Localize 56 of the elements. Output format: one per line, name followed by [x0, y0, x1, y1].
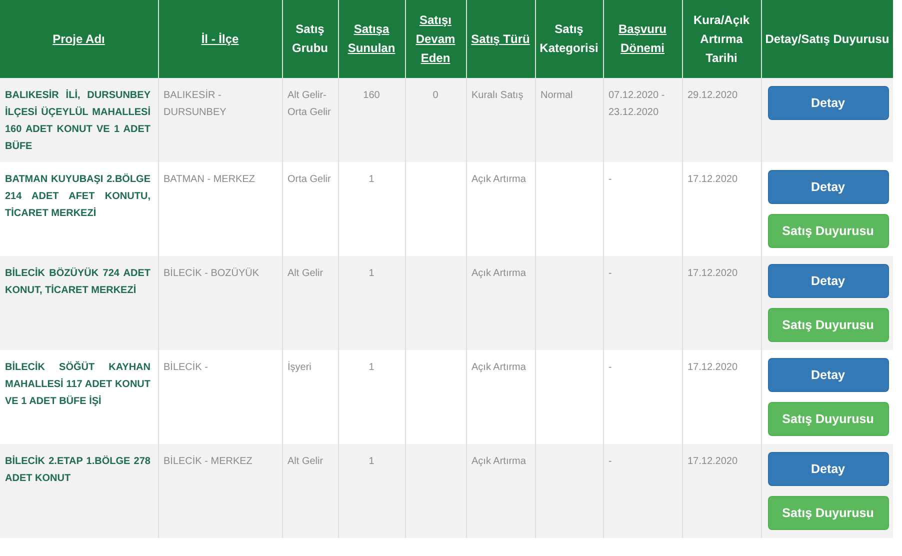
table-cell-text: - [608, 267, 613, 281]
table-cell-text: Normal [540, 89, 574, 103]
table-cell-text: 17.12.2020 [688, 173, 739, 187]
table-cell-text: 29.12.2020 [688, 89, 739, 103]
table-cell-text: Alt Gelir [288, 267, 324, 281]
column-sort-link[interactable]: Başvuru Dönemi [606, 20, 678, 58]
table-cell-text: Açık Artırma [472, 267, 527, 281]
detail-button[interactable]: Detay [768, 170, 888, 204]
table-cell-text: BİLECİK - [164, 360, 209, 375]
announcement-button[interactable]: Satış Duyurusu [768, 496, 888, 530]
table-cell-text: 1 [368, 361, 376, 375]
column-header: Satış Kategorisi [535, 0, 603, 78]
announcement-button[interactable]: Satış Duyurusu [768, 308, 888, 342]
detail-button[interactable]: Detay [768, 86, 888, 120]
table-cell-text: Açık Artırma [472, 173, 527, 187]
table-cell-text: 07.12.2020 - 23.12.2020 [608, 89, 666, 120]
table-cell-text: 17.12.2020 [688, 267, 739, 281]
table-cell-text: BATMAN - MERKEZ [164, 173, 256, 187]
table-cell-text: BİLECİK - BOZÜYÜK [164, 266, 260, 281]
table-cell-text: BİLECİK - MERKEZ [164, 454, 254, 469]
column-sort-link[interactable]: Proje Adı [3, 30, 154, 48]
project-name: BATMAN KUYUBAŞI 2.BÖLGE 214 ADET AFET KONUTU, TİCARET MERKEZİ [5, 172, 150, 221]
table-cell-text: - [608, 455, 613, 469]
column-sort-link[interactable]: Satış Türü [470, 30, 532, 48]
column-header: Satış Grubu [282, 0, 338, 78]
table-cell-text: Kuralı Satış [472, 89, 524, 103]
announcement-button[interactable]: Satış Duyurusu [768, 402, 888, 436]
table-cell-text: - [608, 173, 613, 187]
table-cell-text: 17.12.2020 [688, 455, 739, 469]
table-cell-text: Alt Gelir [288, 455, 324, 469]
table-cell-text: Orta Gelir [288, 173, 332, 187]
table-cell-text: 1 [368, 455, 376, 469]
detail-button[interactable]: Detay [768, 264, 888, 298]
column-sort-link[interactable]: Satışa Sunulan [342, 20, 402, 58]
table-cell-text: Alt Gelir-Orta Gelir [288, 89, 332, 120]
table-cell-text: 0 [432, 89, 440, 103]
table-cell-text: İşyeri [288, 360, 312, 375]
column-sort-link[interactable]: Satışı Devam Eden [408, 10, 462, 68]
detail-button[interactable]: Detay [768, 452, 888, 486]
table-cell-text: 1 [368, 173, 376, 187]
announcement-button[interactable]: Satış Duyurusu [768, 214, 888, 248]
column-header: Detay/Satış Duyurusu [761, 0, 893, 78]
project-name: BALIKESİR İLİ, DURSUNBEY İLÇESİ ÜÇEYLÜL MAHALLESİ 160 ADET KONUT VE 1 ADET BÜFE [5, 88, 150, 154]
table-cell-text: 160 [362, 89, 381, 103]
table-cell-text: 17.12.2020 [688, 361, 739, 375]
table-cell-text: Açık Artırma [472, 455, 527, 469]
column-header: Kura/Açık Artırma Tarihi [682, 0, 761, 78]
table-cell-text: - [608, 361, 613, 375]
table-cell-text: BALIKESİR - DURSUNBEY [164, 88, 228, 120]
table-cell-text: Açık Artırma [472, 361, 527, 375]
project-name: BİLECİK BÖZÜYÜK 724 ADET KONUT, TİCARET MERKEZİ [5, 266, 150, 298]
column-sort-link[interactable]: İl - İlçe [162, 30, 278, 48]
project-name: BİLECİK SÖĞÜT KAYHAN MAHALLESİ 117 ADET KONUT VE 1 ADET BÜFE İŞİ [5, 360, 150, 409]
detail-button[interactable]: Detay [768, 358, 888, 392]
project-name: BİLECİK 2.ETAP 1.BÖLGE 278 ADET KONUT [5, 454, 150, 486]
table-cell-text: 1 [368, 267, 376, 281]
